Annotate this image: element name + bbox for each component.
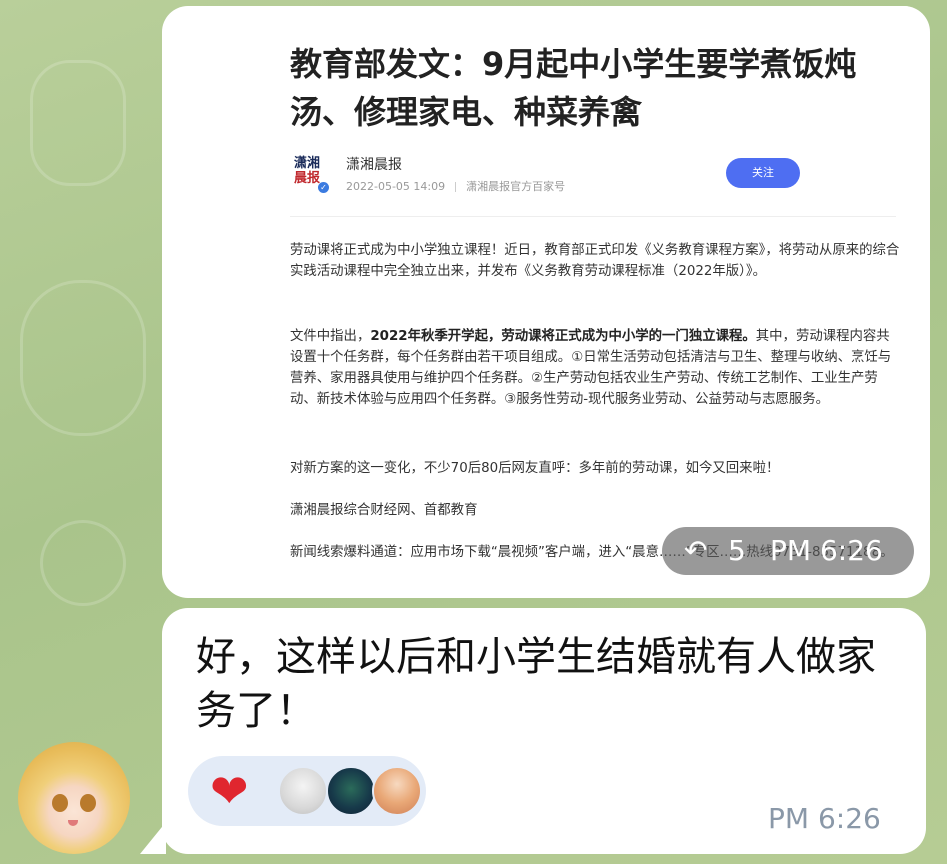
follow-button: 关注 bbox=[726, 158, 800, 188]
reactor-avatar[interactable] bbox=[326, 766, 376, 816]
divider bbox=[290, 216, 896, 217]
background-doodle bbox=[40, 520, 126, 606]
background-doodle bbox=[20, 280, 146, 436]
avatar-eye bbox=[80, 794, 96, 812]
article-meta: 2022-05-05 14:09 潇湘晨报官方百家号 bbox=[346, 178, 565, 194]
reply-arrow-icon[interactable]: ↶ bbox=[684, 527, 707, 575]
author-logo-top: 潇湘 bbox=[293, 156, 320, 171]
paragraph-bold-text: 2022年秋季开学起，劳动课将正式成为中小学的一门独立课程。 bbox=[370, 329, 756, 344]
article-title: 教育部发文：9月起中小学生要学煮饭炖汤、修理家电、种菜养禽 bbox=[290, 45, 857, 131]
author-name: 潇湘晨报 bbox=[346, 157, 402, 173]
article-source: 潇湘晨报官方百家号 bbox=[466, 180, 566, 193]
image-message-bubble[interactable]: 教育部发文：9月起中小学生要学煮饭炖汤、修理家电、种菜养禽 潇湘 晨报 ✓ 潇湘… bbox=[162, 6, 930, 598]
article-paragraph: 劳动课将正式成为中小学独立课程！近日，教育部正式印发《义务教育课程方案》，将劳动… bbox=[290, 243, 900, 279]
reactor-avatar[interactable] bbox=[372, 766, 422, 816]
message-text: 好，这样以后和小学生结婚就有人做家务了！ bbox=[196, 634, 876, 734]
reactor-avatar[interactable] bbox=[278, 766, 328, 816]
publish-date: 2022-05-05 14:09 bbox=[346, 180, 446, 193]
background-doodle bbox=[30, 60, 126, 186]
sender-avatar[interactable] bbox=[18, 742, 130, 854]
heart-reaction-icon[interactable]: ❤ bbox=[210, 764, 249, 818]
message-time: PM 6:26 bbox=[768, 802, 881, 835]
reactions-bar[interactable]: ❤ bbox=[188, 756, 426, 826]
article-screenshot: 教育部发文：9月起中小学生要学煮饭炖汤、修理家电、种菜养禽 潇湘 晨报 ✓ 潇湘… bbox=[288, 6, 908, 598]
article-paragraph: 对新方案的这一变化，不少70后80后网友直呼：多年前的劳动课，如今又回来啦！ bbox=[290, 461, 780, 476]
paragraph-text: 文件中指出， bbox=[290, 329, 371, 344]
article-paragraph: 潇湘晨报综合财经网、首都教育 bbox=[290, 503, 478, 518]
article-paragraph: 文件中指出，2022年秋季开学起，劳动课将正式成为中小学的一门独立课程。其中，劳… bbox=[290, 326, 902, 410]
avatar-eye bbox=[52, 794, 68, 812]
verified-badge-icon: ✓ bbox=[318, 182, 329, 193]
reply-count: 5 bbox=[728, 534, 746, 567]
image-time-overlay[interactable]: ↶ 5 PM 6:26 bbox=[662, 527, 914, 575]
meta-divider bbox=[455, 182, 457, 192]
avatar-mouth bbox=[68, 820, 78, 826]
text-message-bubble[interactable]: 好，这样以后和小学生结婚就有人做家务了！ ❤ PM 6:26 bbox=[162, 608, 926, 854]
message-time: PM 6:26 bbox=[770, 534, 883, 567]
